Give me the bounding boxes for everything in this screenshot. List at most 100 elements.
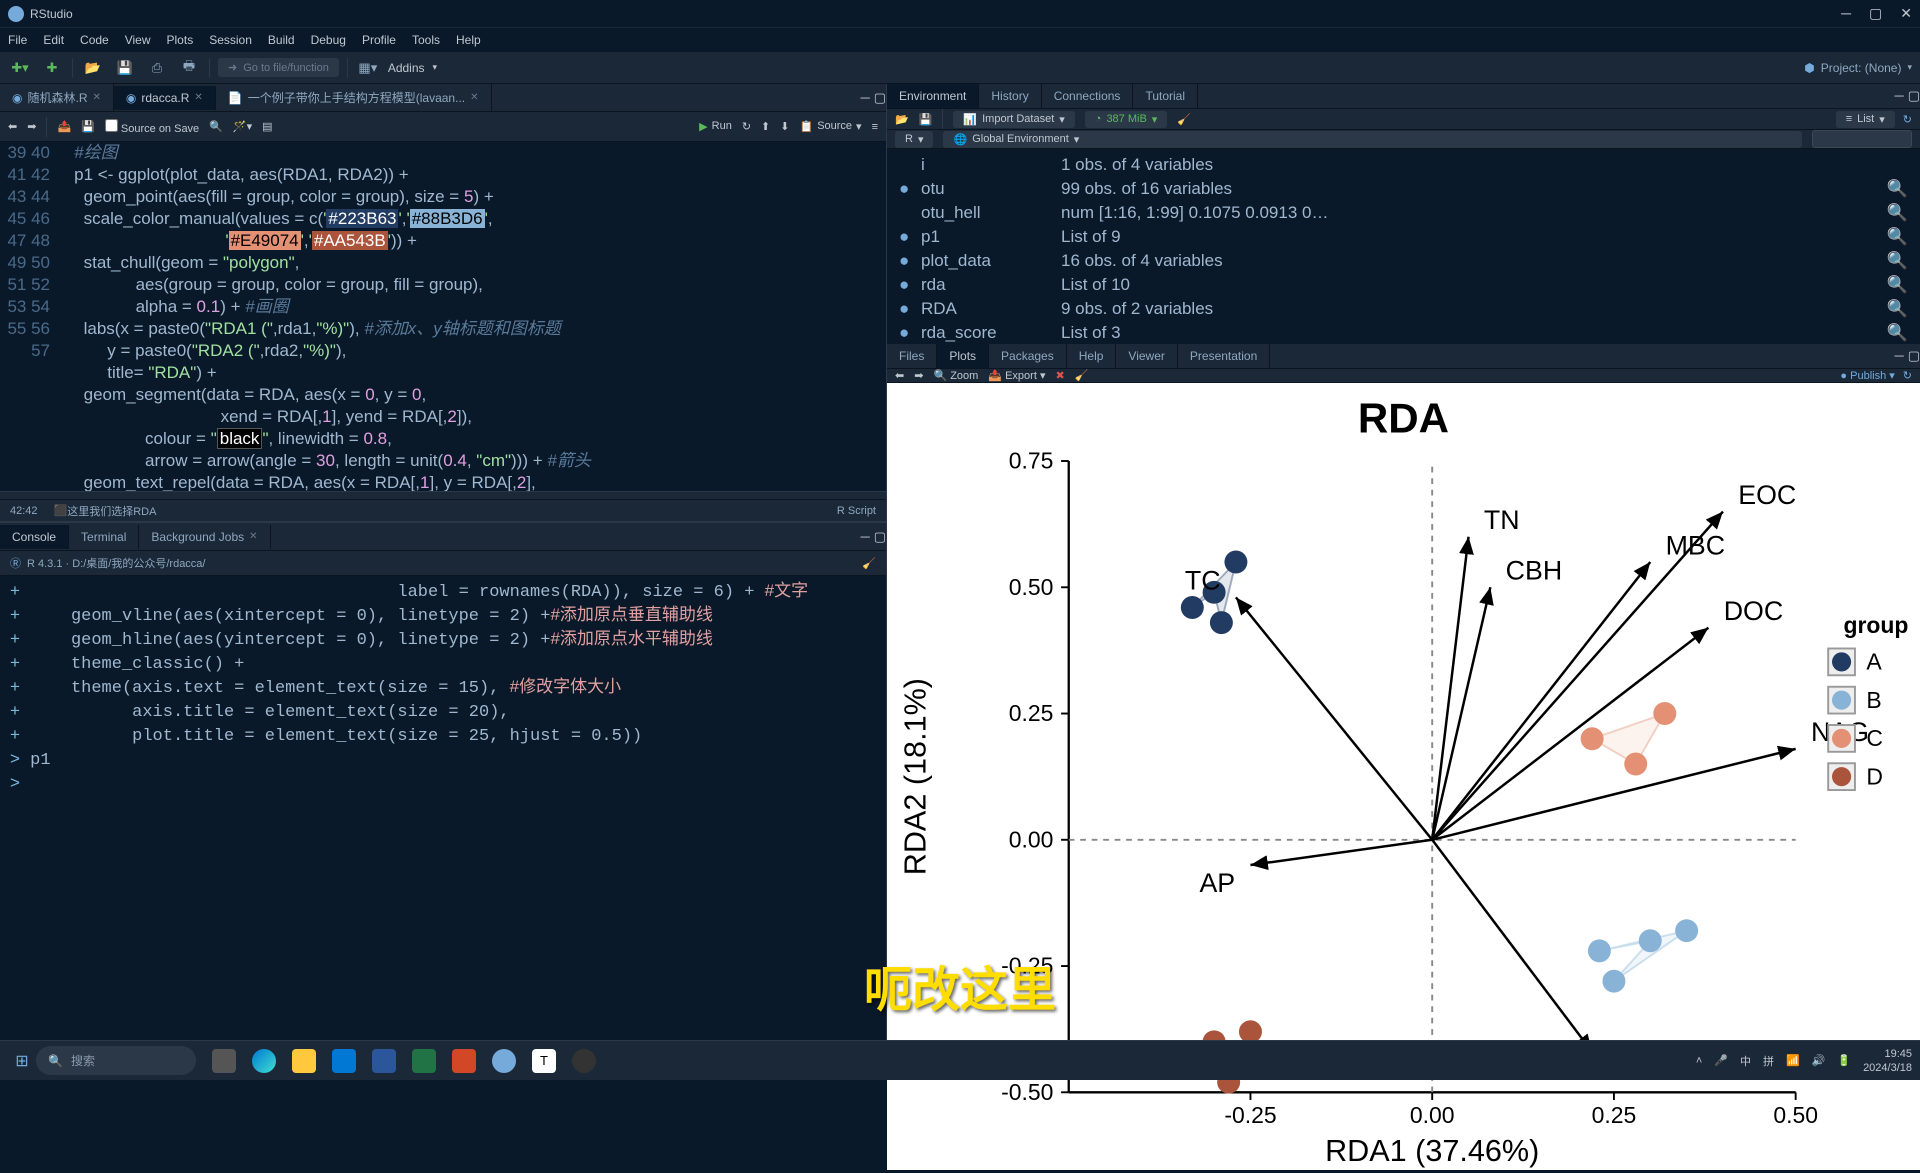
env-item[interactable]: ●otu99 obs. of 16 variables🔍 [887,177,1920,201]
ime-indicator-2[interactable]: 拼 [1763,1053,1774,1069]
outline-toggle-button[interactable]: ≡ [872,121,878,133]
start-button[interactable]: ⊞ [8,1047,36,1075]
env-item[interactable]: ●RDA9 obs. of 2 variables🔍 [887,297,1920,321]
store-icon[interactable] [332,1049,356,1073]
minimize-pane-icon[interactable]: ─ [1894,88,1903,104]
next-plot-button[interactable]: ➡ [914,369,923,382]
help-tab[interactable]: Help [1067,344,1117,368]
remove-plot-button[interactable]: ✖ [1055,369,1064,382]
presentation-tab[interactable]: Presentation [1178,344,1270,368]
console-output[interactable]: + label = rownames(RDA)), size = 6) + #文… [0,576,886,1040]
maximize-pane-icon[interactable]: ▢ [1908,348,1920,364]
plots-tab[interactable]: Plots [937,344,989,368]
find-button[interactable]: 🔍 [209,120,223,133]
source-tab-2[interactable]: 📄一个例子带你上手结构方程模型(lavaan...✕ [216,84,492,111]
outline-button[interactable]: ▤ [262,120,272,133]
menu-edit[interactable]: Edit [43,33,64,47]
back-button[interactable]: ⬅ [8,120,17,133]
prev-plot-button[interactable]: ⬅ [895,369,904,382]
section-indicator[interactable]: 这里我们选择RDA [67,503,156,519]
source-tab-1[interactable]: ◉rdacca.R✕ [114,86,216,110]
save-file-button[interactable]: 💾 [81,120,95,133]
env-item[interactable]: otu_hellnum [1:16, 1:99] 0.1075 0.0913 0… [887,201,1920,225]
view-mode-menu[interactable]: ≡ List ▾ [1836,111,1895,128]
env-item[interactable]: ●rda_scoreList of 3🔍 [887,321,1920,345]
grid-view-button[interactable]: ▦▾ [356,56,380,80]
terminal-tab[interactable]: Terminal [69,525,139,549]
minimize-pane-icon[interactable]: ─ [860,529,869,545]
save-all-button[interactable]: ⎙ [145,56,169,80]
source-on-save-checkbox[interactable]: Source on Save [105,119,199,135]
env-search-input[interactable] [1812,130,1912,148]
go-down-button[interactable]: ⬇ [780,120,789,133]
edge-icon[interactable] [252,1049,276,1073]
env-tab[interactable]: Environment [887,84,979,108]
env-item[interactable]: i1 obs. of 4 variables [887,153,1920,177]
refresh-plot-button[interactable]: ↻ [1903,369,1912,382]
background-jobs-tab[interactable]: Background Jobs✕ [139,525,270,549]
battery-tray-icon[interactable]: 🔋 [1837,1054,1851,1067]
console-tab[interactable]: Console [0,525,69,549]
connections-tab[interactable]: Connections [1042,84,1134,108]
show-in-new-button[interactable]: 📤 [57,120,71,133]
new-project-button[interactable]: ✚ [40,56,64,80]
viewer-tab[interactable]: Viewer [1116,344,1177,368]
tray-chevron-icon[interactable]: ˄ [1696,1055,1702,1067]
maximize-pane-icon[interactable]: ▢ [1908,88,1920,104]
clear-console-button[interactable]: 🧹 [862,557,876,570]
env-item[interactable]: ●plot_data16 obs. of 4 variables🔍 [887,249,1920,273]
close-icon[interactable]: ✕ [470,92,478,103]
zoom-button[interactable]: 🔍 Zoom [933,369,978,382]
env-item[interactable]: ●p1List of 9🔍 [887,225,1920,249]
wifi-tray-icon[interactable]: 📶 [1786,1054,1800,1067]
project-indicator[interactable]: ⬢ Project: (None) ▾ [1804,61,1912,75]
source-button[interactable]: 📋Source▾ [799,120,861,133]
load-workspace-button[interactable]: 📂 [895,113,909,126]
powerpoint-icon[interactable] [452,1049,476,1073]
tutorial-tab[interactable]: Tutorial [1133,84,1198,108]
addins-menu[interactable]: Addins [388,61,425,75]
app-icon[interactable]: T [532,1049,556,1073]
mic-tray-icon[interactable]: 🎤 [1714,1054,1728,1067]
horizontal-scrollbar[interactable] [0,491,886,499]
files-tab[interactable]: Files [887,344,937,368]
minimize-pane-icon[interactable]: ─ [860,90,869,106]
word-icon[interactable] [372,1049,396,1073]
taskview-icon[interactable] [212,1049,236,1073]
language-indicator[interactable]: R Script [837,505,876,517]
r-scope-menu[interactable]: R ▾ [895,131,933,148]
go-up-button[interactable]: ⬆ [761,120,770,133]
refresh-env-button[interactable]: ↻ [1903,113,1912,126]
app-icon-2[interactable] [572,1049,596,1073]
clock[interactable]: 19:45 2024/3/18 [1863,1047,1912,1075]
maximize-button[interactable]: ▢ [1869,5,1882,22]
menu-profile[interactable]: Profile [362,33,396,47]
clear-env-button[interactable]: 🧹 [1177,113,1191,126]
print-button[interactable]: 🖶 [177,56,201,80]
save-workspace-button[interactable]: 💾 [919,113,933,126]
save-button[interactable]: 💾 [113,56,137,80]
clear-plots-button[interactable]: 🧹 [1075,369,1089,382]
menu-help[interactable]: Help [456,33,481,47]
export-menu[interactable]: 📤 Export ▾ [988,369,1045,382]
minimize-button[interactable]: ─ [1841,5,1851,22]
forward-button[interactable]: ➡ [27,120,36,133]
history-tab[interactable]: History [979,84,1041,108]
close-button[interactable]: ✕ [1900,5,1912,22]
env-item[interactable]: ●rdaList of 10🔍 [887,273,1920,297]
rstudio-taskbar-icon[interactable] [492,1049,516,1073]
close-icon[interactable]: ✕ [194,92,202,103]
menu-session[interactable]: Session [209,33,252,47]
menu-build[interactable]: Build [268,33,295,47]
code-editor[interactable]: 39 40 41 42 43 44 45 46 47 48 49 50 51 5… [0,142,886,491]
maximize-pane-icon[interactable]: ▢ [874,90,886,106]
new-file-button[interactable]: ✚▾ [8,56,32,80]
ime-indicator-1[interactable]: 中 [1740,1053,1751,1069]
packages-tab[interactable]: Packages [989,344,1067,368]
publish-button[interactable]: ● Publish ▾ [1840,369,1894,382]
menu-debug[interactable]: Debug [311,33,346,47]
goto-file-input[interactable]: ➜ Go to file/function [218,58,339,77]
memory-indicator[interactable]: ◔ 387 MiB ▾ [1085,111,1168,128]
minimize-pane-icon[interactable]: ─ [1894,348,1903,364]
maximize-pane-icon[interactable]: ▢ [874,529,886,545]
